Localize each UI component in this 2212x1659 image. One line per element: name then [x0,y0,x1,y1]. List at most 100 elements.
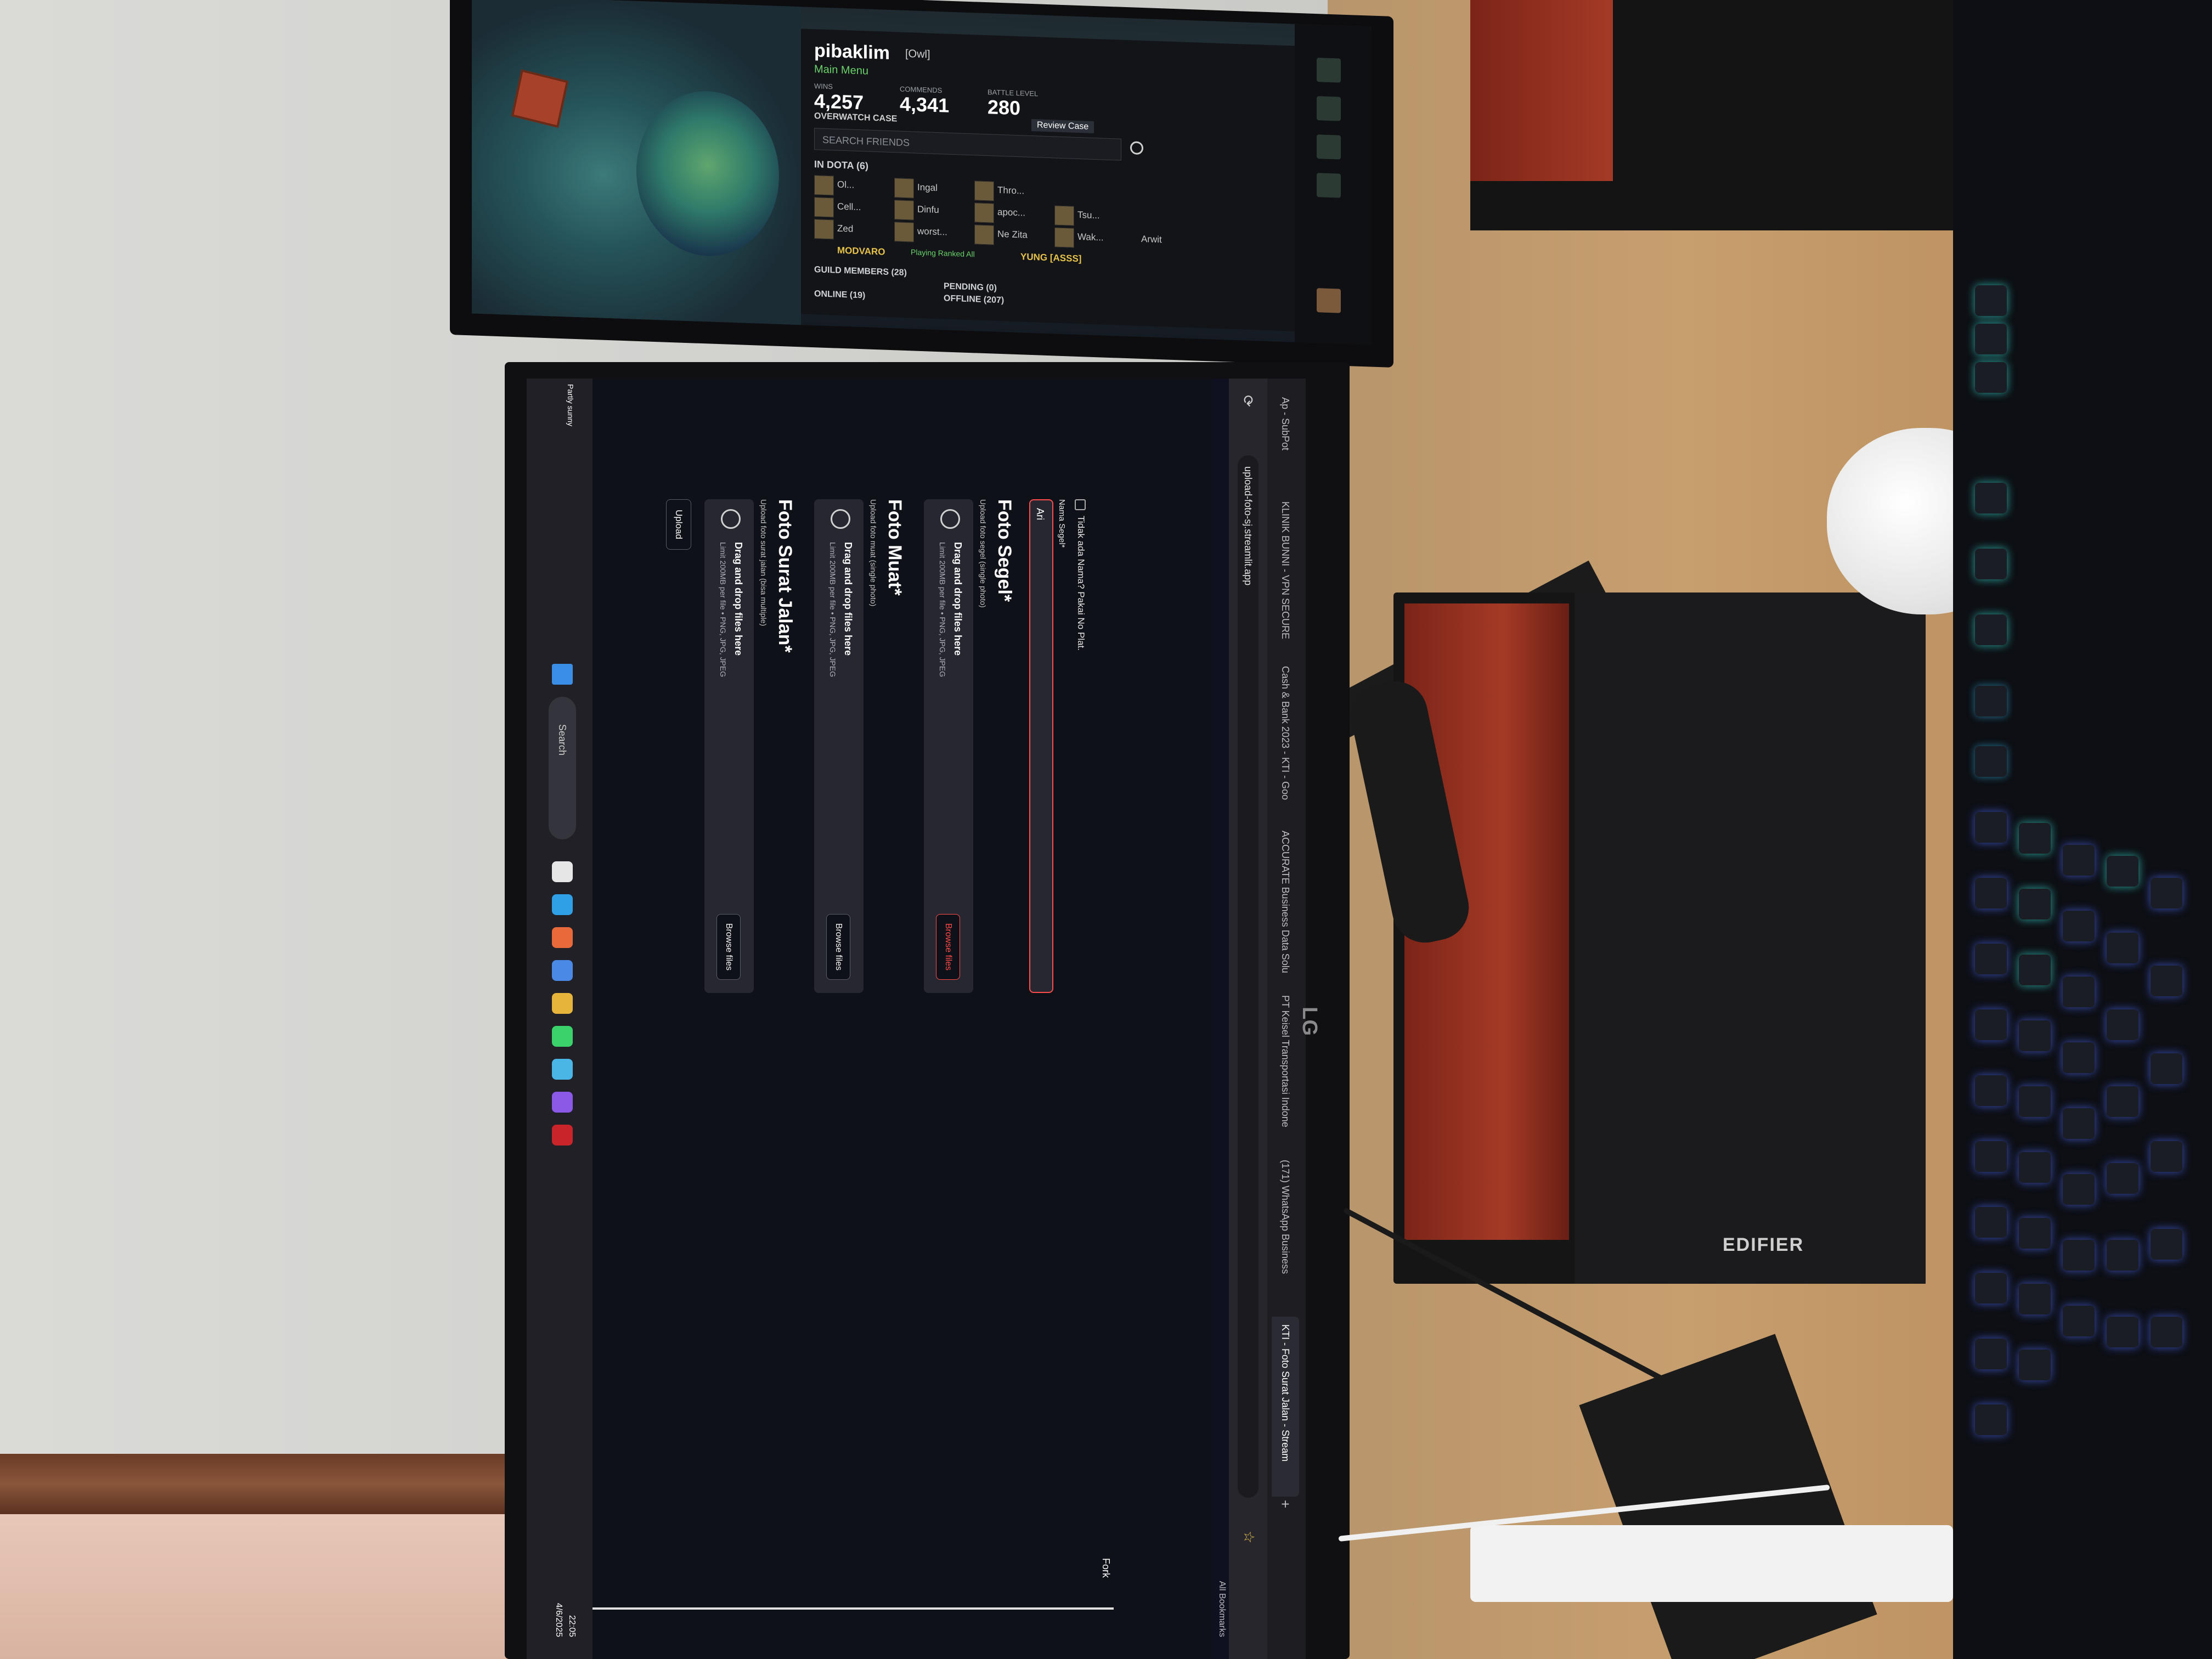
chrome-icon[interactable] [552,960,573,981]
friend-item[interactable]: Ne Zita [997,229,1028,241]
friend-item[interactable]: Ingal [917,182,938,194]
taskbar-search[interactable]: Search [549,697,576,839]
key[interactable] [1975,285,2007,316]
key[interactable] [1975,1075,2007,1106]
tab-active[interactable]: KTI - Foto Surat Jalan - Stream [1272,1317,1299,1497]
key[interactable] [1975,746,2007,777]
reload-icon[interactable]: ⟳ [1239,395,1256,407]
key[interactable] [1975,483,2007,514]
dota-logo-icon[interactable] [511,69,569,128]
key[interactable] [1975,362,2007,393]
pending-header[interactable]: PENDING (0) [944,281,997,293]
tab[interactable]: ACCURATE Business Data Solu [1272,823,1299,997]
key[interactable] [2107,1240,2138,1271]
key[interactable] [2063,1174,2095,1205]
key[interactable] [2019,1086,2051,1117]
all-bookmarks[interactable]: All Bookmarks [1217,1581,1227,1637]
in-dota-header[interactable]: IN DOTA (6) [814,159,868,172]
friend-item[interactable]: Cell... [837,201,861,213]
friend-item[interactable]: Wak... [1077,232,1104,244]
office-icon[interactable] [552,927,573,948]
key[interactable] [1975,944,2007,974]
key[interactable] [2107,933,2138,963]
search-friends-input[interactable]: SEARCH FRIENDS [814,128,1121,161]
guild-members-header[interactable]: GUILD MEMBERS (28) [814,265,907,278]
key[interactable] [2019,955,2051,985]
search-icon[interactable] [1130,141,1143,155]
friend-yung[interactable]: YUNG [ASSS] [1020,251,1081,264]
key[interactable] [1975,1339,2007,1369]
chat-channel-icon[interactable] [1317,173,1341,198]
key[interactable] [2107,856,2138,887]
url-field[interactable]: upload-foto-sj.streamlit.app [1238,455,1259,1498]
key[interactable] [2151,1317,2182,1347]
key[interactable] [2063,1042,2095,1073]
key[interactable] [1975,1009,2007,1040]
key[interactable] [2019,823,2051,854]
browse-files-button[interactable]: Browse files [716,913,741,980]
key[interactable] [2063,1108,2095,1139]
friend-item[interactable]: Thro... [997,185,1024,197]
bookmark-star-icon[interactable]: ☆ [1240,1531,1257,1543]
key[interactable] [2151,1053,2182,1084]
key[interactable] [2107,1086,2138,1117]
friend-item[interactable]: worst... [917,226,947,238]
foto-surat-jalan-dropzone[interactable]: Drag and drop files here Limit 200MB per… [704,499,754,993]
browse-files-button[interactable]: Browse files [826,913,850,980]
chat-channel-icon[interactable] [1317,134,1341,160]
key[interactable] [2019,1152,2051,1183]
key[interactable] [2151,1229,2182,1260]
telegram-icon[interactable] [552,1059,573,1080]
tab[interactable]: Ap - SubPot [1272,390,1299,504]
online-header[interactable]: ONLINE (19) [814,289,865,301]
profile-name[interactable]: pibaklim [814,40,890,64]
fork-button[interactable]: Fork [1100,1558,1111,1578]
tab[interactable]: PT Keisel Transportasi Indone [1272,988,1299,1162]
new-tab-button[interactable]: + [1272,1492,1299,1530]
key[interactable] [1975,878,2007,909]
friend-modvaro[interactable]: MODVARO [837,245,885,258]
key[interactable] [2151,1141,2182,1172]
key[interactable] [2063,1306,2095,1336]
key[interactable] [2063,977,2095,1007]
tab[interactable]: KLINIK BUNNI - VPN SECURE [1272,494,1299,668]
edge-icon[interactable] [552,894,573,915]
key[interactable] [2107,1009,2138,1040]
chat-channel-icon[interactable] [1317,58,1341,83]
key[interactable] [2019,1350,2051,1380]
friend-item[interactable]: Dinfu [917,204,939,216]
friend-item[interactable]: Ol... [837,179,854,191]
weather-widget[interactable]: Partly sunny [565,384,576,426]
file-explorer-icon[interactable] [552,861,573,882]
whatsapp-icon[interactable] [552,1026,573,1047]
chat-channel-icon[interactable] [1317,96,1341,121]
no-name-checkbox-row[interactable]: Tidak ada Nama? Pakai No Plat. [1075,499,1086,651]
key[interactable] [1975,1141,2007,1172]
key[interactable] [2107,1163,2138,1194]
key[interactable] [2063,845,2095,876]
windows-start-icon[interactable] [552,664,573,685]
upload-button[interactable]: Upload [666,499,691,550]
dota-taskbar-icon[interactable] [552,1125,573,1146]
foto-segel-dropzone[interactable]: Drag and drop files here Limit 200MB per… [924,499,973,993]
friend-item[interactable]: apoc... [997,207,1025,219]
discord-icon[interactable] [552,1092,573,1113]
key[interactable] [2019,1218,2051,1249]
taskbar-clock[interactable]: 22:05 4/6/2025 [552,1603,578,1637]
key[interactable] [1975,549,2007,579]
offline-header[interactable]: OFFLINE (207) [944,294,1004,306]
key[interactable] [2019,889,2051,919]
key[interactable] [2019,1284,2051,1314]
key[interactable] [2019,1020,2051,1051]
friend-item[interactable]: Arwit [1141,234,1162,245]
key[interactable] [2063,1240,2095,1271]
no-name-checkbox[interactable] [1075,499,1086,510]
key[interactable] [1975,686,2007,716]
friend-item[interactable]: Zed [837,223,853,235]
folder-icon[interactable] [552,993,573,1014]
review-case-button[interactable]: Review Case [1031,119,1094,133]
browse-files-button[interactable]: Browse files [936,913,960,980]
user-avatar[interactable] [1317,288,1341,313]
name-select[interactable]: Ari [1029,499,1053,993]
key[interactable] [2063,911,2095,941]
